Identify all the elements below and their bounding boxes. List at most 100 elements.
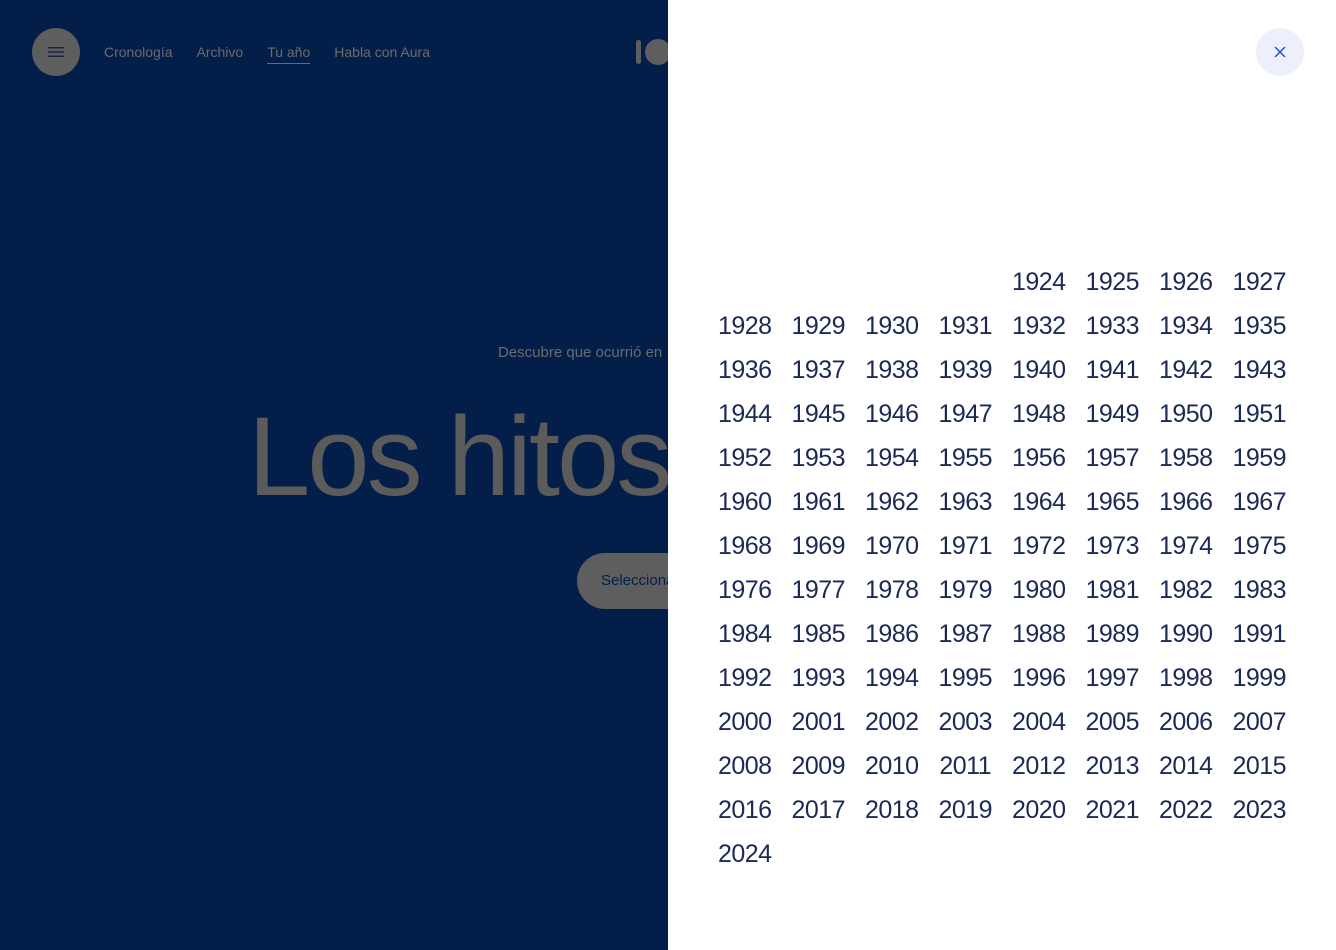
nav-link-archivo[interactable]: Archivo — [197, 44, 244, 64]
year-option[interactable]: 1955 — [929, 436, 1003, 480]
year-option[interactable]: 1943 — [1223, 348, 1297, 392]
year-option[interactable]: 1938 — [855, 348, 929, 392]
year-option[interactable]: 1973 — [1076, 524, 1150, 568]
year-option[interactable]: 2009 — [782, 744, 856, 788]
year-option[interactable]: 1965 — [1076, 480, 1150, 524]
year-option[interactable]: 1977 — [782, 568, 856, 612]
year-option[interactable]: 1999 — [1223, 656, 1297, 700]
year-option[interactable]: 1930 — [855, 304, 929, 348]
year-option[interactable]: 1950 — [1149, 392, 1223, 436]
year-option[interactable]: 2006 — [1149, 700, 1223, 744]
year-option[interactable]: 1949 — [1076, 392, 1150, 436]
year-option[interactable]: 2000 — [708, 700, 782, 744]
year-option[interactable]: 1936 — [708, 348, 782, 392]
year-option[interactable]: 1942 — [1149, 348, 1223, 392]
year-option[interactable]: 2014 — [1149, 744, 1223, 788]
year-option[interactable]: 1998 — [1149, 656, 1223, 700]
year-option[interactable]: 1927 — [1223, 260, 1297, 304]
year-option[interactable]: 1928 — [708, 304, 782, 348]
year-option[interactable]: 2007 — [1223, 700, 1297, 744]
year-option[interactable]: 1978 — [855, 568, 929, 612]
year-option[interactable]: 1944 — [708, 392, 782, 436]
year-option[interactable]: 2005 — [1076, 700, 1150, 744]
year-option[interactable]: 1970 — [855, 524, 929, 568]
year-option[interactable]: 2008 — [708, 744, 782, 788]
year-option[interactable]: 1935 — [1223, 304, 1297, 348]
year-option[interactable]: 2019 — [929, 788, 1003, 832]
year-option[interactable]: 2001 — [782, 700, 856, 744]
year-option[interactable]: 2020 — [1002, 788, 1076, 832]
year-option[interactable]: 2003 — [929, 700, 1003, 744]
nav-link-cronologia[interactable]: Cronología — [104, 44, 173, 64]
close-button[interactable] — [1256, 28, 1304, 76]
year-option[interactable]: 1953 — [782, 436, 856, 480]
year-option[interactable]: 1980 — [1002, 568, 1076, 612]
year-option[interactable]: 1959 — [1223, 436, 1297, 480]
year-option[interactable]: 1976 — [708, 568, 782, 612]
year-option[interactable]: 1961 — [782, 480, 856, 524]
year-option[interactable]: 1979 — [929, 568, 1003, 612]
year-option[interactable]: 2010 — [855, 744, 929, 788]
year-option[interactable]: 1968 — [708, 524, 782, 568]
year-option[interactable]: 1946 — [855, 392, 929, 436]
year-option[interactable]: 1981 — [1076, 568, 1150, 612]
year-option[interactable]: 2016 — [708, 788, 782, 832]
year-option[interactable]: 2022 — [1149, 788, 1223, 832]
year-option[interactable]: 2004 — [1002, 700, 1076, 744]
year-option[interactable]: 1996 — [1002, 656, 1076, 700]
year-option[interactable]: 1931 — [929, 304, 1003, 348]
year-option[interactable]: 1969 — [782, 524, 856, 568]
nav-link-habla-con-aura[interactable]: Habla con Aura — [334, 44, 430, 64]
year-option[interactable]: 2013 — [1076, 744, 1150, 788]
year-option[interactable]: 1972 — [1002, 524, 1076, 568]
year-option[interactable]: 1997 — [1076, 656, 1150, 700]
year-option[interactable]: 1962 — [855, 480, 929, 524]
year-option[interactable]: 1934 — [1149, 304, 1223, 348]
year-option[interactable]: 1963 — [929, 480, 1003, 524]
year-option[interactable]: 1989 — [1076, 612, 1150, 656]
year-option[interactable]: 1924 — [1002, 260, 1076, 304]
year-option[interactable]: 1958 — [1149, 436, 1223, 480]
year-option[interactable]: 1941 — [1076, 348, 1150, 392]
year-option[interactable]: 2002 — [855, 700, 929, 744]
year-option[interactable]: 1960 — [708, 480, 782, 524]
nav-link-tu-ano[interactable]: Tu año — [267, 44, 311, 64]
menu-button[interactable] — [32, 28, 80, 76]
year-option[interactable]: 2023 — [1223, 788, 1297, 832]
year-option[interactable]: 1971 — [929, 524, 1003, 568]
year-option[interactable]: 1986 — [855, 612, 929, 656]
year-option[interactable]: 1933 — [1076, 304, 1150, 348]
year-option[interactable]: 2024 — [708, 832, 782, 876]
year-option[interactable]: 1992 — [708, 656, 782, 700]
year-option[interactable]: 1983 — [1223, 568, 1297, 612]
year-option[interactable]: 1940 — [1002, 348, 1076, 392]
year-option[interactable]: 1982 — [1149, 568, 1223, 612]
year-option[interactable]: 1939 — [929, 348, 1003, 392]
year-option[interactable]: 1993 — [782, 656, 856, 700]
year-option[interactable]: 1967 — [1223, 480, 1297, 524]
year-option[interactable]: 1990 — [1149, 612, 1223, 656]
year-option[interactable]: 1937 — [782, 348, 856, 392]
year-option[interactable]: 1984 — [708, 612, 782, 656]
year-option[interactable]: 2011 — [929, 744, 1003, 788]
year-option[interactable]: 1932 — [1002, 304, 1076, 348]
year-option[interactable]: 1964 — [1002, 480, 1076, 524]
year-option[interactable]: 1925 — [1076, 260, 1150, 304]
year-option[interactable]: 2012 — [1002, 744, 1076, 788]
year-option[interactable]: 1926 — [1149, 260, 1223, 304]
year-option[interactable]: 1966 — [1149, 480, 1223, 524]
year-option[interactable]: 2018 — [855, 788, 929, 832]
year-option[interactable]: 1988 — [1002, 612, 1076, 656]
year-option[interactable]: 1987 — [929, 612, 1003, 656]
year-option[interactable]: 2017 — [782, 788, 856, 832]
year-option[interactable]: 1994 — [855, 656, 929, 700]
year-option[interactable]: 2015 — [1223, 744, 1297, 788]
year-option[interactable]: 1951 — [1223, 392, 1297, 436]
year-option[interactable]: 1947 — [929, 392, 1003, 436]
year-option[interactable]: 1929 — [782, 304, 856, 348]
year-option[interactable]: 1975 — [1223, 524, 1297, 568]
year-option[interactable]: 1995 — [929, 656, 1003, 700]
year-option[interactable]: 1991 — [1223, 612, 1297, 656]
year-option[interactable]: 1954 — [855, 436, 929, 480]
year-option[interactable]: 2021 — [1076, 788, 1150, 832]
